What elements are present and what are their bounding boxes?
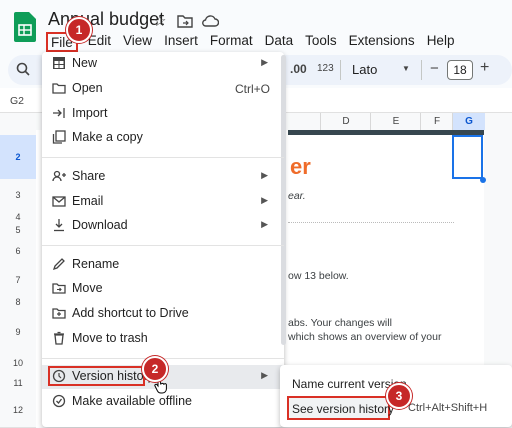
sheets-logo-icon[interactable] [14, 12, 36, 42]
share-icon [52, 170, 66, 182]
row-header-11[interactable]: 11 [0, 372, 36, 395]
row-header-12[interactable]: 12 [0, 394, 36, 428]
folder-open-icon [52, 83, 66, 94]
font-family-select[interactable]: Lato [352, 62, 377, 77]
search-menus-icon[interactable] [16, 62, 30, 76]
new-sheet-icon [53, 57, 65, 69]
row-header-4[interactable]: 4 [0, 211, 36, 225]
toolbar-divider [340, 60, 341, 80]
decimal-format-button[interactable]: .00 [290, 62, 307, 76]
submenu-arrow-icon: ▶ [261, 195, 268, 205]
column-header-g[interactable]: G [452, 113, 485, 130]
rename-icon [52, 258, 65, 271]
menu-item-email[interactable]: Email ▶ [42, 190, 284, 214]
menu-item-label: Move [72, 281, 103, 295]
dotted-divider [288, 222, 454, 223]
menu-item-import[interactable]: Import [42, 102, 284, 126]
row-header-corner[interactable] [0, 113, 36, 131]
menu-item-add-shortcut[interactable]: Add shortcut to Drive [42, 302, 284, 326]
trash-icon [54, 331, 64, 345]
import-icon [53, 108, 65, 118]
menu-item-label: Rename [72, 257, 120, 271]
menu-item-label: Download [72, 218, 128, 232]
selected-cell-g2[interactable] [452, 135, 483, 179]
menu-shortcut: Ctrl+O [234, 82, 270, 96]
email-icon [52, 196, 66, 207]
move-icon [52, 283, 66, 294]
star-icon[interactable]: ☆ [153, 12, 166, 30]
increase-font-size-button[interactable]: + [480, 59, 489, 77]
toolbar-divider [421, 60, 422, 80]
menu-bar: File Edit View Insert Format Data Tools … [46, 32, 460, 52]
row-header-5[interactable]: 5 [0, 224, 36, 238]
version-history-highlight [48, 366, 145, 386]
menu-help[interactable]: Help [421, 32, 461, 52]
row-header-6[interactable]: 6 [0, 237, 36, 267]
offline-icon [52, 394, 66, 408]
column-header-f[interactable]: F [420, 113, 453, 130]
menu-item-download[interactable]: Download ▶ [42, 214, 284, 238]
row-header-2[interactable]: 2 [0, 135, 36, 180]
step-badge-3: 3 [386, 383, 412, 409]
menu-item-move-to-trash[interactable]: Move to trash [42, 327, 284, 351]
menu-item-move[interactable]: Move [42, 277, 284, 301]
menu-format[interactable]: Format [204, 32, 259, 52]
menu-item-label: Share [72, 169, 106, 183]
see-version-history-item[interactable]: See version history [292, 402, 394, 416]
more-formats-button[interactable]: 123 [317, 63, 334, 74]
sheet-text-fragment: which shows an overview of your [288, 331, 442, 343]
column-header-e[interactable]: E [370, 113, 421, 130]
font-dropdown-icon[interactable]: ▼ [402, 64, 410, 73]
menu-item-label: Add shortcut to Drive [72, 306, 189, 320]
row-header-7[interactable]: 7 [0, 266, 36, 296]
row-header-10[interactable]: 10 [0, 355, 36, 373]
menu-item-share[interactable]: Share ▶ [42, 165, 284, 189]
move-folder-icon[interactable] [177, 14, 193, 28]
menu-item-new[interactable]: New ▶ [42, 52, 284, 76]
menu-tools[interactable]: Tools [299, 32, 343, 52]
menu-separator [42, 157, 284, 158]
menu-separator [42, 245, 284, 246]
menu-extensions[interactable]: Extensions [343, 32, 421, 52]
menu-data[interactable]: Data [259, 32, 300, 52]
menu-item-label: Open [72, 81, 103, 95]
column-header-d[interactable]: D [320, 113, 371, 130]
submenu-arrow-icon: ▶ [261, 219, 268, 229]
row-header-9[interactable]: 9 [0, 309, 36, 356]
shortcut-drive-icon [52, 308, 66, 319]
fill-handle[interactable] [480, 177, 486, 183]
name-box[interactable]: G2 [10, 95, 24, 107]
step-badge-2: 2 [142, 356, 168, 382]
menu-item-label: Make available offline [72, 394, 192, 408]
sheet-text-fragment: abs. Your changes will [288, 317, 392, 329]
see-version-history-shortcut: Ctrl+Alt+Shift+H [408, 402, 488, 414]
row-header-8[interactable]: 8 [0, 295, 36, 310]
menu-item-open[interactable]: Open Ctrl+O [42, 77, 284, 101]
row-header-3[interactable]: 3 [0, 179, 36, 212]
menu-view[interactable]: View [117, 32, 158, 52]
sheet-text-fragment: ow 13 below. [288, 270, 349, 282]
menu-item-make-copy[interactable]: Make a copy [42, 126, 284, 150]
submenu-arrow-icon: ▶ [261, 57, 268, 67]
copy-icon [52, 130, 66, 144]
cloud-status-icon[interactable] [201, 14, 219, 27]
menu-item-label: Make a copy [72, 130, 143, 144]
download-icon [54, 219, 64, 232]
decrease-font-size-button[interactable]: − [430, 60, 439, 77]
menu-item-label: New [72, 56, 98, 70]
menu-item-label: Import [72, 106, 108, 120]
menu-insert[interactable]: Insert [158, 32, 204, 52]
step-badge-1: 1 [66, 17, 92, 43]
sheet-title-fragment: er [290, 154, 311, 179]
menu-item-label: Email [72, 194, 104, 208]
menu-item-label: Move to trash [72, 331, 148, 345]
submenu-arrow-icon: ▶ [261, 170, 268, 180]
font-size-input[interactable]: 18 [447, 60, 473, 80]
sheet-subtitle-fragment: ear. [288, 190, 306, 202]
submenu-arrow-icon: ▶ [261, 370, 268, 380]
menu-item-rename[interactable]: Rename [42, 253, 284, 277]
